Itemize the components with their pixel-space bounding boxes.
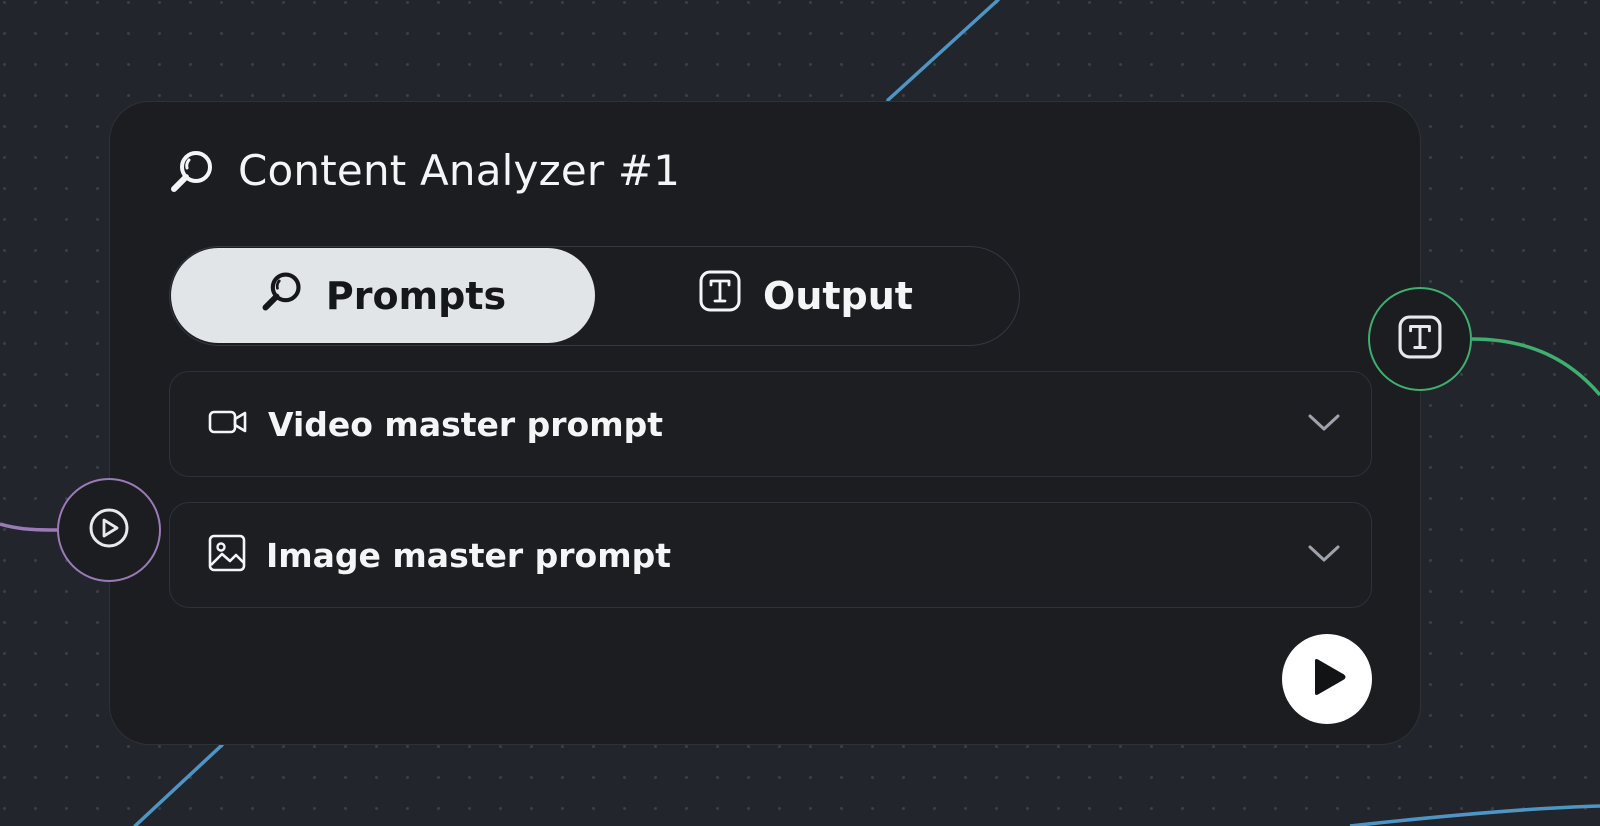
node-title: Content Analyzer #1 xyxy=(238,146,681,195)
tab-output-label: Output xyxy=(763,273,913,318)
node-header: Content Analyzer #1 xyxy=(168,146,680,195)
play-icon xyxy=(1305,655,1349,703)
magnifier-icon xyxy=(260,269,304,322)
video-master-prompt-section[interactable]: Video master prompt xyxy=(169,371,1372,477)
chevron-down-icon[interactable] xyxy=(1307,543,1341,569)
section-label: Video master prompt xyxy=(268,404,664,444)
image-master-prompt-section[interactable]: Image master prompt xyxy=(169,502,1372,608)
tab-prompts-label: Prompts xyxy=(325,273,507,318)
text-box-icon xyxy=(699,270,741,321)
tab-prompts[interactable]: Prompts xyxy=(171,248,595,343)
tab-bar: Prompts Output xyxy=(169,246,1020,346)
section-label: Image master prompt xyxy=(266,535,671,575)
play-circle-icon xyxy=(88,507,130,553)
chevron-down-icon[interactable] xyxy=(1307,412,1341,438)
video-camera-icon xyxy=(208,408,248,440)
edge-blue-bottom-left xyxy=(133,743,224,826)
content-analyzer-node[interactable]: Content Analyzer #1 Prompts Output Video… xyxy=(109,101,1421,745)
edge-purple xyxy=(0,522,59,532)
tab-output[interactable]: Output xyxy=(600,248,1012,343)
output-port[interactable] xyxy=(1368,287,1472,391)
text-box-icon xyxy=(1398,315,1442,363)
edge-blue-top xyxy=(886,0,1000,102)
run-button[interactable] xyxy=(1282,634,1372,724)
edge-blue-bottom-right xyxy=(1349,804,1600,826)
magnifier-icon xyxy=(168,147,216,195)
image-icon xyxy=(208,534,246,576)
input-port[interactable] xyxy=(57,478,161,582)
edge-green xyxy=(1471,337,1600,397)
